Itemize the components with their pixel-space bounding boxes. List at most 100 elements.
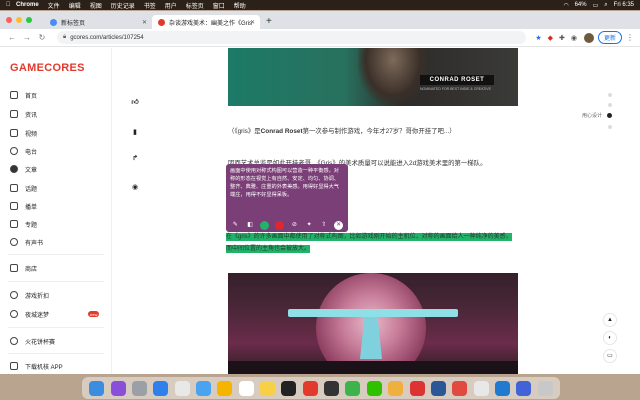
wps-icon[interactable] — [452, 380, 468, 396]
chrome-icon[interactable] — [174, 380, 190, 396]
toc-dot-active[interactable] — [607, 113, 612, 118]
sidebar-item-collections[interactable]: 专题 — [10, 219, 37, 229]
terminal-icon[interactable] — [324, 380, 340, 396]
siri-icon[interactable] — [110, 380, 126, 396]
chrome2-icon[interactable] — [473, 380, 489, 396]
menu-app[interactable]: Chrome — [16, 2, 39, 8]
sidebar-item-radio[interactable]: 电台 — [10, 146, 37, 156]
translate-icon[interactable]: ◉ — [571, 34, 577, 42]
minimize-window-button[interactable] — [16, 17, 22, 23]
upload-icon[interactable]: ⇧ — [319, 221, 328, 230]
apple-icon[interactable]:  — [6, 2, 16, 8]
wifi-icon[interactable]: ◠ — [563, 2, 568, 9]
menu-user[interactable]: 用户 — [165, 1, 177, 10]
update-button[interactable]: 更新 — [597, 31, 622, 44]
inbox-icon[interactable]: ▭ — [603, 349, 617, 363]
highlight-line-1[interactable]: 在《gris》的许多画面中都使用了对称式构图，比如游戏刚开始的主机位，对称的画面… — [226, 233, 512, 241]
profile-avatar[interactable] — [583, 32, 594, 43]
safari-icon[interactable] — [153, 380, 169, 396]
sidebar-item-playlists[interactable]: 播单 — [10, 201, 37, 211]
menu-history[interactable]: 历史记录 — [111, 1, 135, 10]
menu-bookmarks[interactable]: 书签 — [144, 1, 156, 10]
weibo-icon[interactable] — [388, 380, 404, 396]
tab-newtab[interactable]: 新标签页 ✕ — [44, 15, 152, 29]
lock-icon[interactable]: 🔒︎ — [63, 34, 66, 41]
more-menu-icon[interactable]: ⋮ — [626, 33, 634, 42]
launchpad-icon[interactable] — [131, 380, 147, 396]
sidebar-item-label: 播单 — [25, 204, 38, 211]
sidebar-item-discounts[interactable]: 游戏折扣 — [10, 290, 49, 300]
close-window-button[interactable] — [6, 17, 12, 23]
menu-tabs[interactable]: 标签页 — [186, 1, 204, 10]
sidebar-item-topics[interactable]: 话题 — [10, 183, 37, 193]
music-icon[interactable] — [302, 380, 318, 396]
bookmark-star-icon[interactable]: ★ — [535, 34, 541, 42]
search-icon[interactable]: ⌕ — [604, 2, 607, 9]
bookmark-icon[interactable]: ▮ — [128, 126, 142, 140]
close-tab-icon[interactable]: ✕ — [142, 19, 147, 26]
puzzle-icon[interactable]: ✚ — [559, 34, 565, 42]
new-tab-icon[interactable]: + — [266, 16, 272, 27]
mail-icon[interactable] — [195, 380, 211, 396]
discount-icon — [10, 291, 18, 299]
tab-article[interactable]: 杂谈游戏美术：幽美之作《Gris ✕ — [152, 15, 260, 29]
calendar-icon[interactable] — [238, 380, 254, 396]
toc-label[interactable]: 用心设计 — [582, 112, 602, 119]
keynote-icon[interactable] — [516, 380, 532, 396]
vscode-icon[interactable] — [495, 380, 510, 396]
site-logo[interactable]: GAMECORES — [10, 62, 85, 74]
scroll-top-icon[interactable]: ▲ — [603, 313, 617, 327]
notes-icon[interactable] — [260, 380, 276, 396]
back-icon[interactable]: ← — [6, 33, 18, 42]
sidebar-item-articles[interactable]: 文章 — [10, 164, 37, 174]
sidebar-item-news[interactable]: 资讯 — [10, 109, 37, 119]
reload-icon[interactable]: ↻ — [36, 33, 48, 42]
forward-icon[interactable]: → — [21, 33, 33, 42]
close-popup-icon[interactable]: ✕ — [334, 220, 344, 230]
menu-help[interactable]: 帮助 — [234, 1, 246, 10]
zoom-window-button[interactable] — [26, 17, 32, 23]
toc-dot[interactable] — [608, 103, 612, 107]
word-icon[interactable] — [430, 380, 446, 396]
red-color-swatch[interactable] — [275, 220, 285, 230]
share-icon[interactable]: ↱ — [128, 152, 142, 166]
clock[interactable]: Fri 6:35 — [614, 2, 634, 8]
photos-icon[interactable] — [217, 380, 233, 396]
toc-dot[interactable] — [608, 93, 612, 97]
hide-icon[interactable]: ⊘ — [290, 221, 299, 230]
menu-view[interactable]: 视图 — [90, 1, 102, 10]
highlight-line-2[interactable]: 而中间位置的主角也会被放大。 — [226, 245, 311, 253]
sidebar-item-download-app[interactable]: 下载机核 APP — [10, 361, 63, 371]
sidebar-item-night[interactable]: 夜城迷梦 — [10, 309, 49, 319]
sidebar-item-video[interactable]: 视频 — [10, 128, 37, 138]
highlighted-paragraph[interactable]: 在《gris》的许多画面中都使用了对称式构图，比如游戏刚开始的主机位，对称的画面… — [226, 231, 520, 255]
finder-icon[interactable] — [89, 380, 105, 396]
pin-icon[interactable]: ✦ — [305, 221, 314, 230]
hbuilder-icon[interactable] — [345, 380, 361, 396]
qq-icon[interactable] — [281, 380, 297, 396]
url-text[interactable]: gcores.com/articles/107254 — [70, 35, 143, 41]
address-bar[interactable]: 🔒︎ gcores.com/articles/107254 — [57, 31, 527, 44]
theme-icon[interactable]: ◐ — [603, 331, 617, 345]
sidebar-item-store[interactable]: 商店 — [10, 263, 37, 273]
sidebar-item-spark[interactable]: 火花饼杯赛 — [10, 336, 55, 346]
menu-edit[interactable]: 编辑 — [69, 1, 81, 10]
trash-icon[interactable] — [537, 380, 553, 396]
netease-icon[interactable] — [409, 380, 425, 396]
comment-icon[interactable]: ◉ — [128, 181, 142, 195]
close-tab-icon[interactable]: ✕ — [250, 19, 255, 26]
like-icon[interactable]: 👍︎ — [128, 96, 142, 110]
sidebar-item-audiobooks[interactable]: 有声书 — [10, 237, 43, 247]
pen-icon[interactable]: ✎ — [231, 221, 240, 230]
green-color-swatch[interactable] — [260, 220, 270, 230]
annotation-popup[interactable]: 画面中使用对称式构图可以营造一种平衡感，对称的形态在视觉上有自然、安定、均匀、协… — [226, 164, 348, 232]
eraser-icon[interactable]: ◧ — [246, 221, 255, 230]
battery-percent[interactable]: 64% — [575, 2, 587, 8]
menu-file[interactable]: 文件 — [48, 1, 60, 10]
sidebar-item-home[interactable]: 首页 — [10, 90, 37, 100]
wechat-icon[interactable] — [366, 380, 382, 396]
toc-dot[interactable] — [608, 125, 612, 129]
extension-icon[interactable]: ◆ — [548, 34, 553, 42]
menu-window[interactable]: 窗口 — [213, 1, 225, 10]
download-icon — [10, 362, 18, 370]
